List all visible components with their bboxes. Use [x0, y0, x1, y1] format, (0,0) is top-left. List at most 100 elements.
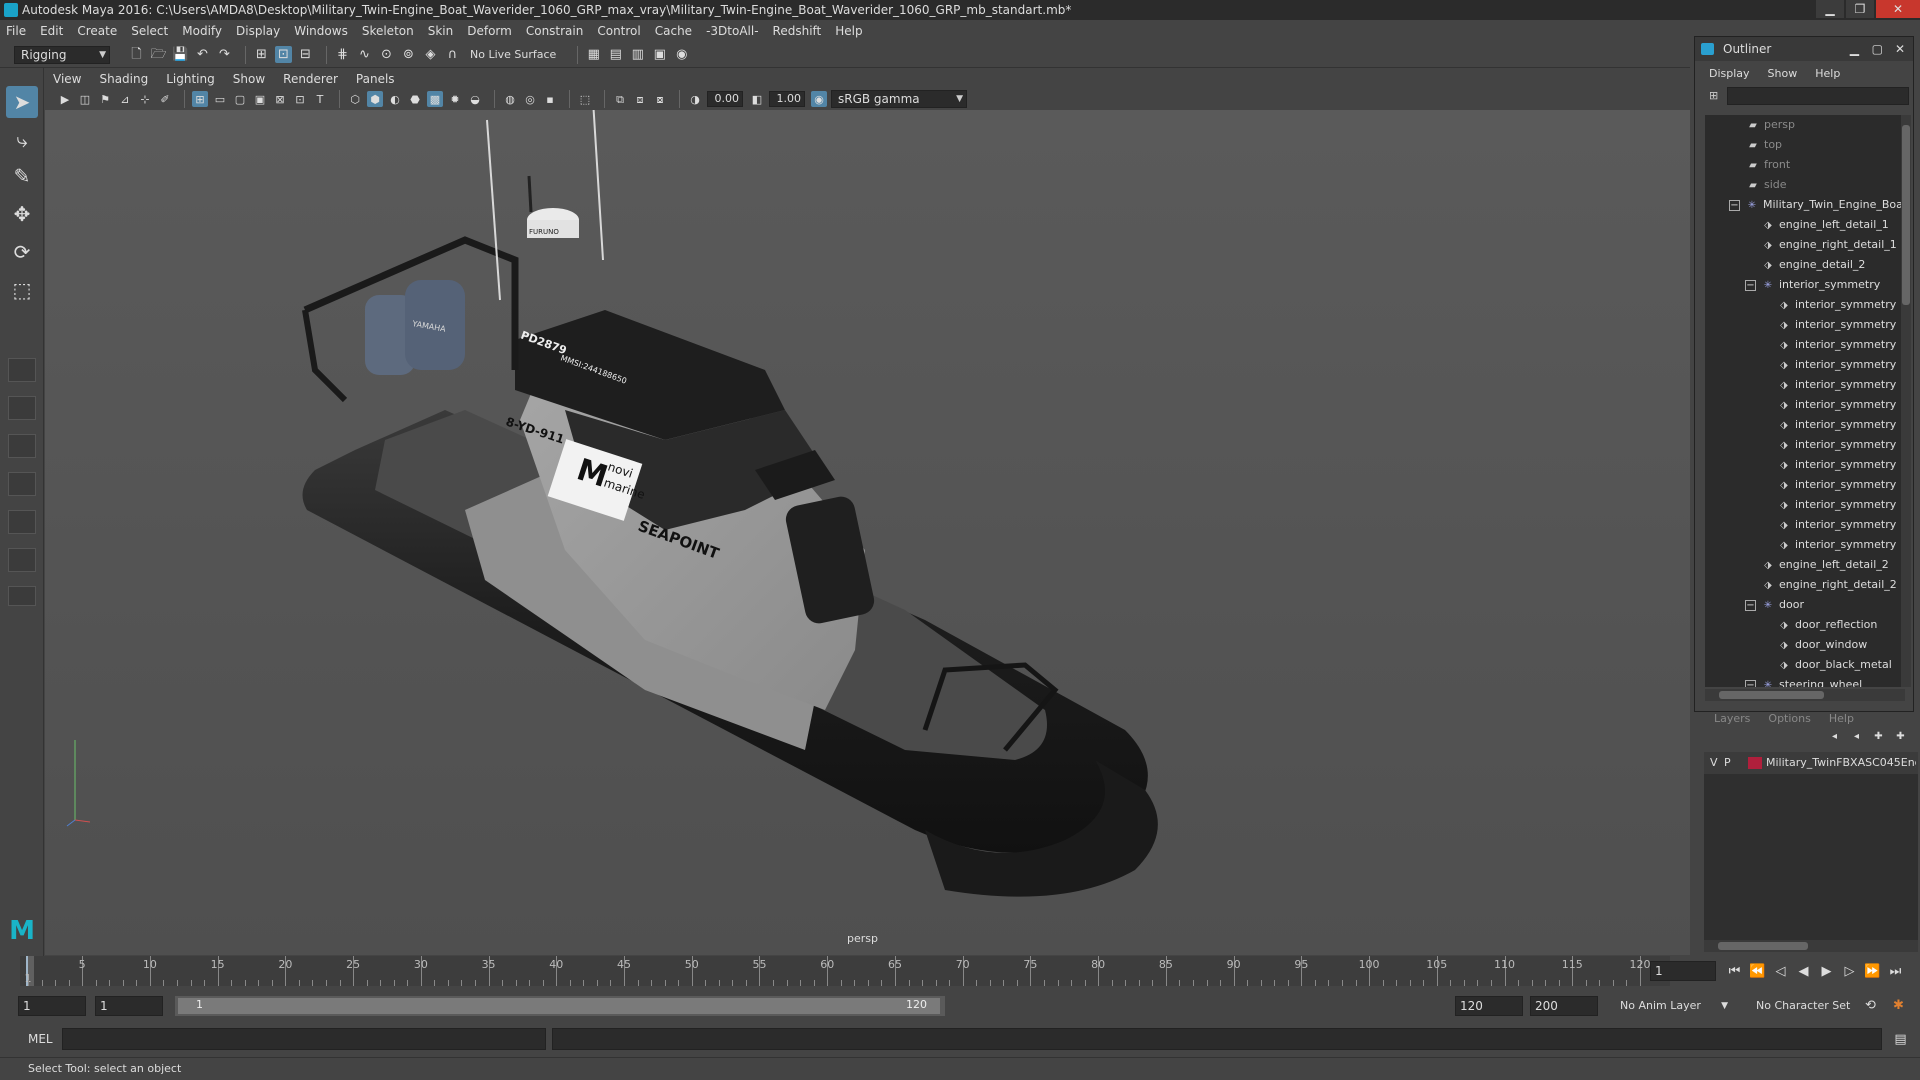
outliner-item[interactable]: ▰ front — [1747, 155, 1790, 175]
camera-select-icon[interactable]: ▶ — [57, 91, 73, 107]
viewport-menu-panels[interactable]: Panels — [356, 72, 395, 86]
viewport-menu-lighting[interactable]: Lighting — [166, 72, 215, 86]
view-transform-dropdown[interactable]: sRGB gamma ▼ — [831, 90, 967, 108]
go-to-start-icon[interactable]: ⏮ — [1726, 963, 1743, 980]
outliner-item[interactable]: ⬗ engine_right_detail_1 — [1762, 235, 1897, 255]
new-scene-icon[interactable]: 🗋 — [128, 46, 145, 63]
viewport-menu-renderer[interactable]: Renderer — [283, 72, 338, 86]
viewport-menu-view[interactable]: View — [53, 72, 81, 86]
minimize-button[interactable]: ▁ — [1816, 0, 1844, 18]
render-view-icon[interactable]: ▣ — [651, 46, 668, 63]
play-backward-icon[interactable]: ◀ — [1795, 963, 1812, 980]
outliner-minimize-icon[interactable]: ▁ — [1850, 37, 1859, 61]
menu-file[interactable]: File — [6, 24, 26, 38]
select-object-icon[interactable]: ⊡ — [275, 46, 292, 63]
two-pane-layout-icon[interactable] — [8, 434, 36, 458]
step-back-key-icon[interactable]: ⏪ — [1749, 963, 1766, 980]
single-pane-layout-icon[interactable] — [8, 358, 36, 382]
select-component-icon[interactable]: ⊟ — [297, 46, 314, 63]
command-language-label[interactable]: MEL — [28, 1032, 53, 1046]
menu-redshift[interactable]: Redshift — [773, 24, 822, 38]
outliner-item[interactable]: ⬗ engine_left_detail_2 — [1762, 555, 1889, 575]
redo-icon[interactable]: ↷ — [216, 46, 233, 63]
outliner-item[interactable]: − ✳ interior_symmetry — [1745, 275, 1880, 295]
layer-visibility-toggle[interactable]: V — [1710, 752, 1718, 774]
go-to-end-icon[interactable]: ⏭ — [1887, 963, 1904, 980]
xray-icon[interactable]: ⧉ — [612, 91, 628, 107]
scroll-thumb[interactable] — [1902, 125, 1910, 305]
scale-tool-icon[interactable]: ⬚ — [6, 274, 38, 306]
scene-start-field[interactable]: 1 — [18, 996, 86, 1016]
hypershade-icon[interactable]: ◉ — [673, 46, 690, 63]
current-frame-field[interactable]: 1 — [1650, 961, 1716, 981]
camera-attributes-icon[interactable]: ◫ — [77, 91, 93, 107]
safe-action-icon[interactable]: ⊡ — [292, 91, 308, 107]
outliner-item[interactable]: ⬗ interior_symmetry — [1778, 415, 1896, 435]
shadows-icon[interactable]: ◒ — [467, 91, 483, 107]
wireframe-icon[interactable]: ⬡ — [347, 91, 363, 107]
collapse-layout-icon[interactable] — [8, 586, 36, 606]
exposure-icon[interactable]: ◑ — [687, 91, 703, 107]
safe-title-icon[interactable]: T — [312, 91, 328, 107]
outliner-menu-show[interactable]: Show — [1768, 67, 1798, 85]
outliner-item[interactable]: ⬗ door_window — [1778, 635, 1867, 655]
outliner-item[interactable]: ⬗ engine_right_detail_2 — [1762, 575, 1897, 595]
anti-aliasing-icon[interactable]: ▪ — [542, 91, 558, 107]
outliner-item[interactable]: ⬗ interior_symmetry — [1778, 435, 1896, 455]
save-scene-icon[interactable]: 💾 — [172, 46, 189, 63]
filter-icon[interactable]: ⊞ — [1709, 89, 1718, 102]
step-forward-frame-icon[interactable]: ▷ — [1841, 963, 1858, 980]
snap-view-icon[interactable]: ⊚ — [400, 46, 417, 63]
layer-menu-help[interactable]: Help — [1829, 712, 1854, 725]
outliner-item[interactable]: ⬗ interior_symmetry — [1778, 515, 1896, 535]
magnet-icon[interactable]: ∩ — [444, 46, 461, 63]
time-slider[interactable]: 1 5 10 15 20 25 30 35 40 45 50 55 60 65 70 75 80 85 90 95 1… — [20, 956, 1670, 986]
default-material-icon[interactable]: ◐ — [387, 91, 403, 107]
menu-3dtoall[interactable]: -3DtoAll- — [706, 24, 758, 38]
outliner-item[interactable]: ⬗ interior_symmetry — [1778, 295, 1896, 315]
playback-end-field[interactable]: 120 — [1455, 996, 1523, 1016]
select-hierarchy-icon[interactable]: ⊞ — [253, 46, 270, 63]
expand-toggle-icon[interactable]: − — [1745, 279, 1756, 291]
play-forward-icon[interactable]: ▶ — [1818, 963, 1835, 980]
layer-menu-layers[interactable]: Layers — [1714, 712, 1750, 725]
outliner-maximize-icon[interactable]: ▢ — [1872, 37, 1883, 61]
field-chart-icon[interactable]: ⊠ — [272, 91, 288, 107]
outliner-item[interactable]: ⬗ interior_symmetry — [1778, 375, 1896, 395]
menu-skeleton[interactable]: Skeleton — [362, 24, 414, 38]
layer-playback-toggle[interactable]: P — [1724, 752, 1731, 774]
layer-color-swatch[interactable] — [1748, 757, 1762, 769]
menu-help[interactable]: Help — [835, 24, 862, 38]
snap-grid-icon[interactable]: ⋕ — [334, 46, 351, 63]
layer-menu-options[interactable]: Options — [1768, 712, 1810, 725]
move-layer-down-icon[interactable]: ◂ — [1848, 728, 1865, 745]
use-all-lights-icon[interactable]: ✹ — [447, 91, 463, 107]
select-tool-icon[interactable]: ➤ — [6, 86, 38, 118]
render-settings-icon[interactable]: ▦ — [585, 46, 602, 63]
outliner-item[interactable]: − ✳ Military_Twin_Engine_Boat — [1729, 195, 1905, 215]
ipr-render-icon[interactable]: ▥ — [629, 46, 646, 63]
outliner-item[interactable]: ⬗ engine_detail_2 — [1762, 255, 1865, 275]
paint-select-icon[interactable]: ✎ — [6, 160, 38, 192]
gamma-field[interactable]: 1.00 — [769, 91, 805, 107]
move-layer-up-icon[interactable]: ◂ — [1826, 728, 1843, 745]
expand-toggle-icon[interactable]: − — [1745, 599, 1756, 611]
menu-cache[interactable]: Cache — [655, 24, 692, 38]
outliner-vertical-scrollbar[interactable] — [1901, 115, 1911, 687]
step-forward-key-icon[interactable]: ⏩ — [1864, 963, 1881, 980]
character-set-dropdown[interactable]: No Character Set — [1748, 996, 1858, 1016]
open-scene-icon[interactable]: 🗁 — [150, 46, 167, 63]
gamma-icon[interactable]: ◧ — [749, 91, 765, 107]
animation-prefs-icon[interactable]: ✱ — [1890, 997, 1907, 1014]
xray-joints-icon[interactable]: ⧈ — [632, 91, 648, 107]
outliner-menu-help[interactable]: Help — [1815, 67, 1840, 85]
image-plane-icon[interactable]: ⊿ — [117, 91, 133, 107]
menu-modify[interactable]: Modify — [182, 24, 222, 38]
viewport-menu-show[interactable]: Show — [233, 72, 265, 86]
four-pane-layout-icon[interactable] — [8, 396, 36, 420]
menu-edit[interactable]: Edit — [40, 24, 63, 38]
outliner-item[interactable]: ▰ persp — [1747, 115, 1795, 135]
undo-icon[interactable]: ↶ — [194, 46, 211, 63]
resolution-gate-icon[interactable]: ▢ — [232, 91, 248, 107]
range-slider-thumb[interactable] — [178, 998, 940, 1014]
